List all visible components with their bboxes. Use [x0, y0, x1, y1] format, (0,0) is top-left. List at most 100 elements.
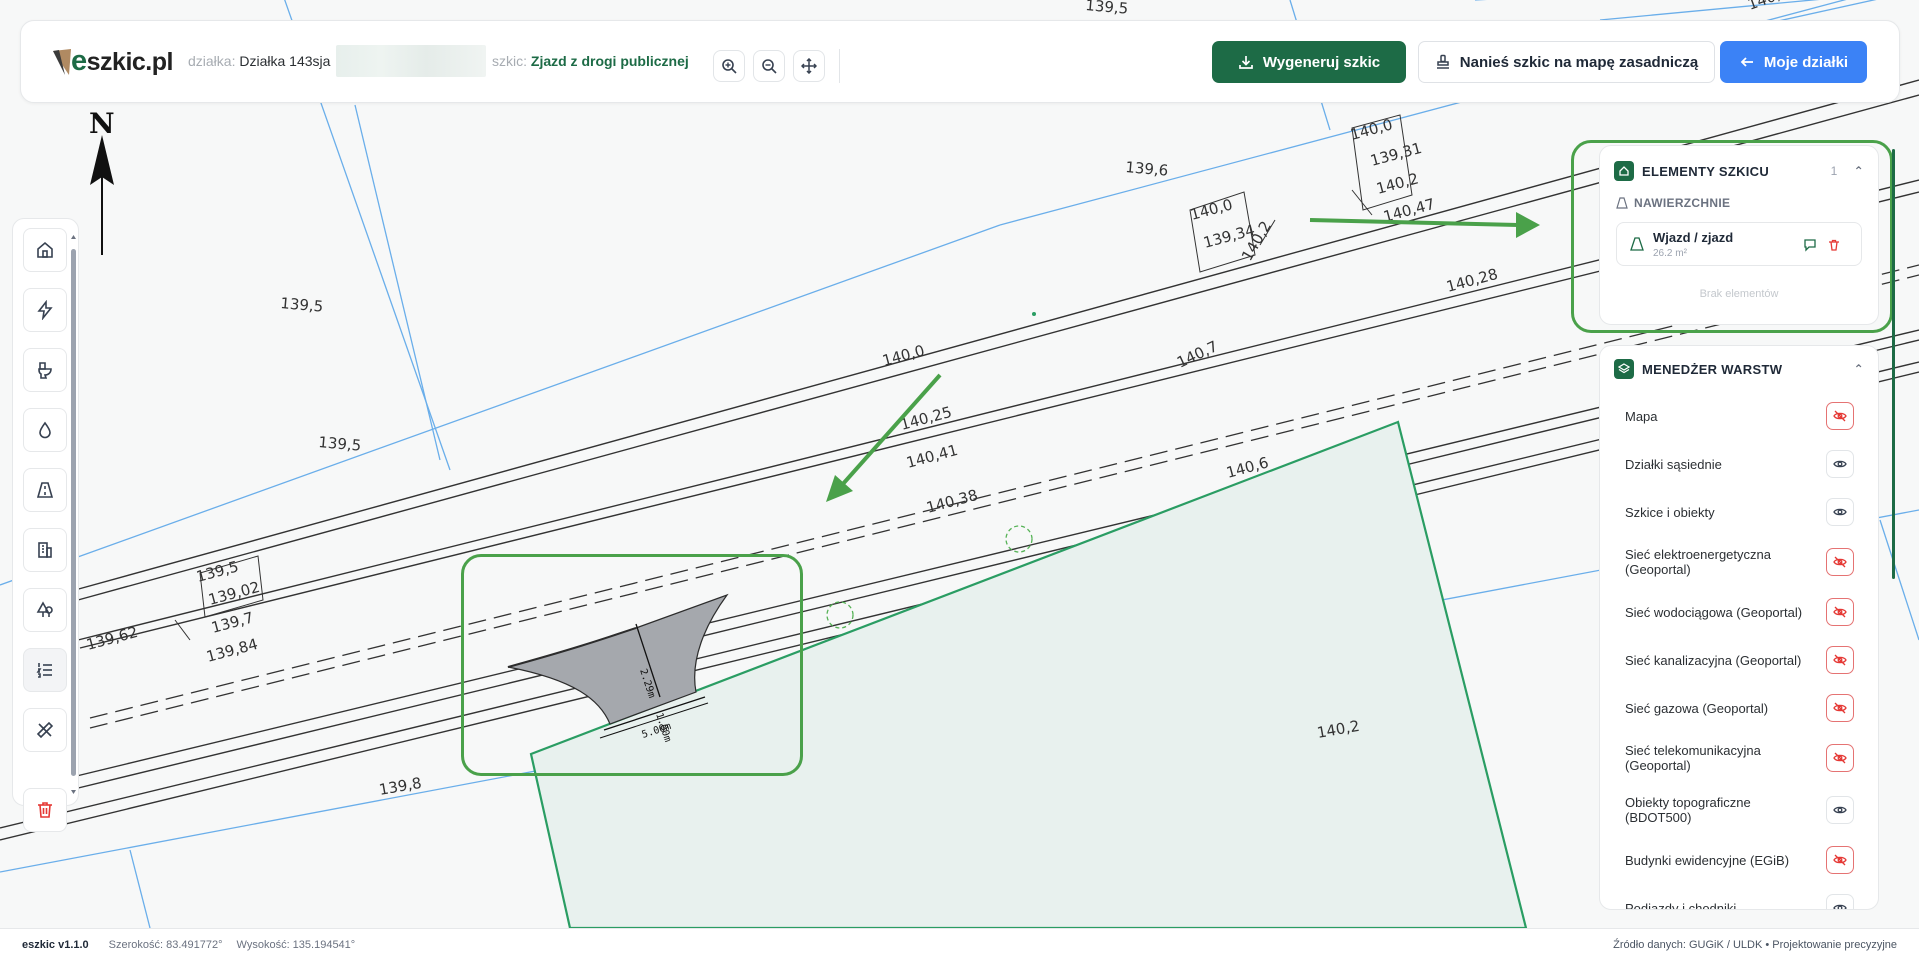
eye-off-icon[interactable]: [1826, 846, 1854, 874]
numbered-list-icon: [36, 663, 52, 678]
layer-row: Sieć gazowa (Geoportal): [1600, 684, 1878, 732]
chevron-up-icon[interactable]: ⌃: [1854, 362, 1864, 376]
sketch-elements-header[interactable]: ELEMENTY SZKICU 1 ⌃: [1600, 146, 1878, 196]
logo-e: e: [71, 45, 87, 77]
tool-list[interactable]: [23, 648, 67, 692]
eye-icon[interactable]: [1826, 796, 1854, 824]
element-area: 26.2 m²: [1653, 248, 1687, 259]
layer-name: Budynki ewidencyjne (EGiB): [1625, 852, 1790, 868]
chevron-up-icon[interactable]: ⌃: [1854, 164, 1864, 178]
layer-manager-panel: MENEDŻER WARSTW ⌃ Mapa Działki sąsiednie S…: [1599, 345, 1879, 910]
sketch-breadcrumb: szkic: Zjazd z drogi publicznej: [492, 53, 689, 69]
home-icon: [1614, 161, 1634, 181]
layer-manager-header[interactable]: MENEDŻER WARSTW ⌃: [1600, 346, 1878, 392]
comment-icon[interactable]: [1803, 238, 1817, 252]
layer-row: Działki sąsiednie: [1600, 440, 1878, 488]
layer-name: Sieć gazowa (Geoportal): [1625, 700, 1769, 716]
eye-icon[interactable]: [1826, 894, 1854, 909]
status-bar: eszkic v1.1.0 Szerokość: 83.491772° Wyso…: [0, 928, 1919, 960]
eye-off-icon[interactable]: [1826, 598, 1854, 626]
left-scrollbar[interactable]: [70, 232, 77, 797]
latitude-readout: Szerokość: 83.491772°: [108, 938, 223, 951]
north-arrow-icon: [90, 135, 114, 255]
my-plots-label: Moje działki: [1763, 53, 1849, 71]
apply-to-map-label: Nanieś szkic na mapę zasadniczą: [1459, 53, 1699, 71]
tool-sanitation[interactable]: [23, 348, 67, 392]
zoom-in-button[interactable]: [713, 50, 745, 82]
zoom-out-icon: [762, 59, 777, 74]
layer-name: Obiekty topograficzne (BDOT500): [1625, 795, 1751, 825]
sketch-label: szkic:: [492, 53, 527, 69]
right-scrollbar[interactable]: [1891, 145, 1897, 905]
tool-delete[interactable]: [23, 788, 67, 832]
generate-sketch-label: Wygeneruj szkic: [1262, 53, 1381, 71]
layer-name: Podjazdy i chodniki: [1625, 900, 1737, 910]
empty-elements-text: Brak elementów: [1699, 288, 1779, 300]
generate-sketch-button[interactable]: Wygeneruj szkic: [1212, 41, 1406, 83]
logo-text: szkic.pl: [86, 48, 174, 76]
toolbar-divider: [839, 49, 840, 83]
surfaces-label: NAWIERZCHNIE: [1634, 196, 1731, 210]
north-arrow: N: [86, 107, 115, 257]
eye-off-icon[interactable]: [1826, 694, 1854, 722]
layer-name: Mapa: [1625, 408, 1658, 424]
layer-name: Działki sąsiednie: [1625, 456, 1722, 472]
stamp-icon: [1436, 54, 1449, 69]
trees-icon: [36, 601, 53, 617]
zoom-out-button[interactable]: [753, 50, 785, 82]
toilet-icon: [38, 362, 52, 379]
tool-electricity[interactable]: [23, 288, 67, 332]
move-icon: [801, 58, 817, 74]
element-driveway[interactable]: Wjazd / zjazd 26.2 m²: [1616, 222, 1862, 266]
layer-name: Sieć wodociągowa (Geoportal): [1625, 604, 1803, 620]
download-icon: [1239, 56, 1253, 69]
layer-row: Szkice i obiekty: [1600, 488, 1878, 536]
layer-list: Mapa Działki sąsiednie Szkice i obiekty Sie…: [1600, 392, 1878, 910]
building-icon: [38, 542, 52, 558]
plot-value: Działka 143sja: [239, 53, 331, 69]
pan-button[interactable]: [793, 50, 825, 82]
tool-water[interactable]: [23, 408, 67, 452]
trash-icon: [38, 802, 52, 818]
layer-row: Podjazdy i chodniki: [1600, 884, 1878, 910]
layer-name: Sieć telekomunikacyjna (Geoportal): [1625, 743, 1761, 773]
tool-home[interactable]: [23, 228, 67, 272]
data-source: Źródło danych: GUGiK / ULDK • Projektowa…: [1613, 938, 1897, 951]
tool-buildings[interactable]: [23, 528, 67, 572]
sketch-elements-title: ELEMENTY SZKICU: [1642, 163, 1770, 179]
app-version: eszkic v1.1.0: [22, 938, 89, 951]
eye-icon[interactable]: [1826, 450, 1854, 478]
logo[interactable]: eszkic.pl: [51, 45, 173, 78]
tool-roads[interactable]: [23, 468, 67, 512]
apply-to-map-button[interactable]: Nanieś szkic na mapę zasadniczą: [1418, 41, 1715, 83]
tool-greenery[interactable]: [23, 588, 67, 632]
drop-icon: [39, 421, 51, 439]
plot-label: działka:: [188, 53, 236, 69]
layer-row: Obiekty topograficzne (BDOT500): [1600, 784, 1878, 836]
layer-row: Sieć kanalizacyjna (Geoportal): [1600, 636, 1878, 684]
eye-off-icon[interactable]: [1826, 744, 1854, 772]
eye-off-icon[interactable]: [1826, 646, 1854, 674]
tool-measure[interactable]: [23, 708, 67, 752]
layer-row: Sieć wodociągowa (Geoportal): [1600, 588, 1878, 636]
arrow-left-icon: [1740, 57, 1753, 67]
trash-icon[interactable]: [1827, 238, 1841, 252]
eye-off-icon[interactable]: [1826, 548, 1854, 576]
redacted-address: [336, 45, 486, 77]
eye-off-icon[interactable]: [1826, 402, 1854, 430]
layers-icon: [1614, 359, 1634, 379]
layer-name: Szkice i obiekty: [1625, 504, 1715, 520]
element-name: Wjazd / zjazd: [1653, 230, 1734, 245]
layer-manager-title: MENEDŻER WARSTW: [1642, 361, 1783, 377]
lightning-icon: [37, 300, 53, 320]
eye-icon[interactable]: [1826, 498, 1854, 526]
surfaces-category: NAWIERZCHNIE: [1600, 196, 1878, 210]
layer-row: Mapa: [1600, 392, 1878, 440]
ruler-pencil-icon: [36, 721, 54, 739]
zoom-in-icon: [722, 59, 737, 74]
pencil-logo-icon: [51, 47, 73, 77]
my-plots-button[interactable]: Moje działki: [1720, 41, 1867, 83]
layer-row: Budynki ewidencyjne (EGiB): [1600, 836, 1878, 884]
layer-row: Sieć telekomunikacyjna (Geoportal): [1600, 732, 1878, 784]
sketch-elements-count: 1: [1830, 164, 1838, 178]
